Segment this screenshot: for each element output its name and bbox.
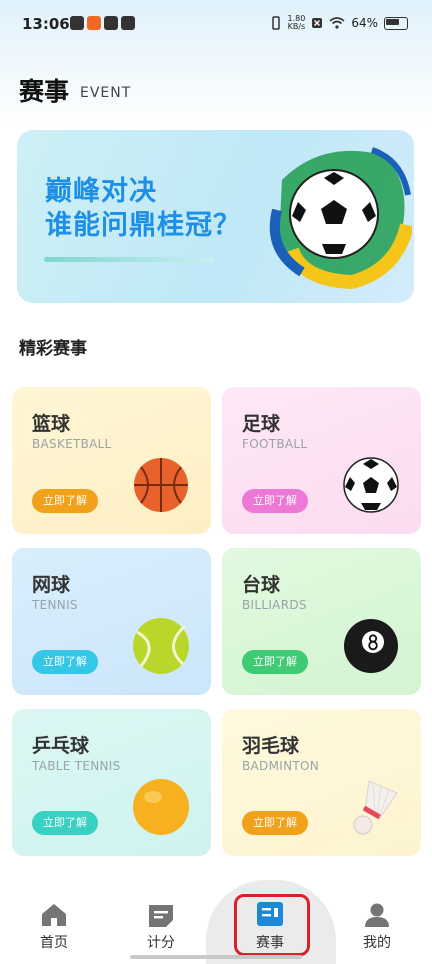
card-subtitle: BASKETBALL bbox=[32, 437, 112, 451]
nav-label: 我的 bbox=[363, 935, 391, 951]
nav-item-home[interactable]: 首页 bbox=[24, 902, 84, 952]
card-subtitle: FOOTBALL bbox=[242, 437, 308, 451]
learn-more-button[interactable]: 立即了解 bbox=[32, 811, 98, 835]
learn-more-button[interactable]: 立即了解 bbox=[242, 489, 308, 513]
section-title: 精彩赛事 bbox=[19, 339, 87, 359]
app-notification-icon bbox=[121, 16, 135, 30]
home-indicator[interactable] bbox=[130, 955, 302, 959]
network-speed: 1.80 KB/s bbox=[288, 15, 306, 31]
learn-more-button[interactable]: 立即了解 bbox=[242, 650, 308, 674]
home-icon bbox=[42, 904, 66, 926]
card-subtitle: BADMINTON bbox=[242, 759, 320, 773]
battery-percent: 64% bbox=[351, 16, 378, 30]
app-notification-icon bbox=[87, 16, 101, 30]
play-notification-icon bbox=[104, 16, 118, 30]
card-football[interactable]: 足球 FOOTBALL 立即了解 bbox=[222, 387, 421, 534]
card-basketball[interactable]: 篮球 BASKETBALL 立即了解 bbox=[12, 387, 211, 534]
nav-item-score[interactable]: 计分 bbox=[131, 902, 191, 952]
status-time: 13:06 bbox=[22, 15, 70, 33]
banner-line-1: 巅峰对决 bbox=[45, 176, 157, 207]
learn-more-button[interactable]: 立即了解 bbox=[32, 650, 98, 674]
card-table-tennis[interactable]: 乒乓球 TABLE TENNIS 立即了解 bbox=[12, 709, 211, 856]
selection-highlight bbox=[234, 894, 310, 956]
basketball-icon bbox=[134, 458, 188, 512]
sim-off-icon bbox=[312, 18, 323, 28]
status-bar: 13:06 1.80 KB/s 64% bbox=[0, 0, 432, 52]
app-notification-icon bbox=[70, 16, 84, 30]
soccer-ball-splash-icon bbox=[269, 147, 412, 290]
status-right: 1.80 KB/s 64% bbox=[270, 15, 408, 31]
nav-label: 首页 bbox=[40, 935, 68, 951]
learn-more-button[interactable]: 立即了解 bbox=[32, 489, 98, 513]
card-subtitle: TENNIS bbox=[32, 598, 78, 612]
football-icon bbox=[343, 457, 399, 513]
card-title: 网球 bbox=[32, 574, 71, 596]
ping-pong-ball-icon bbox=[133, 779, 189, 835]
page-subtitle: EVENT bbox=[80, 85, 132, 101]
shuttlecock-icon bbox=[353, 780, 398, 835]
nav-label: 计分 bbox=[147, 935, 175, 951]
card-title: 台球 bbox=[242, 574, 281, 596]
card-subtitle: BILLIARDS bbox=[242, 598, 307, 612]
card-title: 乒乓球 bbox=[32, 735, 90, 757]
card-subtitle: TABLE TENNIS bbox=[32, 759, 121, 773]
banner-text: 巅峰对决 谁能问鼎桂冠？ bbox=[45, 175, 241, 243]
banner-line-2: 谁能问鼎桂冠？ bbox=[45, 210, 241, 241]
learn-more-button[interactable]: 立即了解 bbox=[242, 811, 308, 835]
user-icon bbox=[365, 903, 389, 927]
banner-decor-line bbox=[44, 257, 214, 262]
score-icon bbox=[149, 905, 173, 927]
card-billiards[interactable]: 台球 BILLIARDS 立即了解 bbox=[222, 548, 421, 695]
card-title: 羽毛球 bbox=[242, 735, 300, 757]
notification-icons bbox=[70, 16, 135, 30]
event-banner[interactable]: 巅峰对决 谁能问鼎桂冠？ bbox=[17, 130, 414, 303]
page-title: 赛事 bbox=[19, 77, 70, 106]
wifi-icon bbox=[329, 17, 345, 29]
vibrate-icon bbox=[271, 16, 280, 30]
card-tennis[interactable]: 网球 TENNIS 立即了解 bbox=[12, 548, 211, 695]
battery-icon bbox=[384, 16, 408, 30]
tennis-ball-icon bbox=[133, 618, 189, 674]
nav-item-me[interactable]: 我的 bbox=[347, 902, 407, 952]
eight-ball-icon bbox=[344, 619, 398, 673]
card-badminton[interactable]: 羽毛球 BADMINTON 立即了解 bbox=[222, 709, 421, 856]
card-title: 足球 bbox=[242, 413, 281, 435]
card-title: 篮球 bbox=[32, 413, 71, 435]
net-speed-unit: KB/s bbox=[287, 22, 306, 31]
